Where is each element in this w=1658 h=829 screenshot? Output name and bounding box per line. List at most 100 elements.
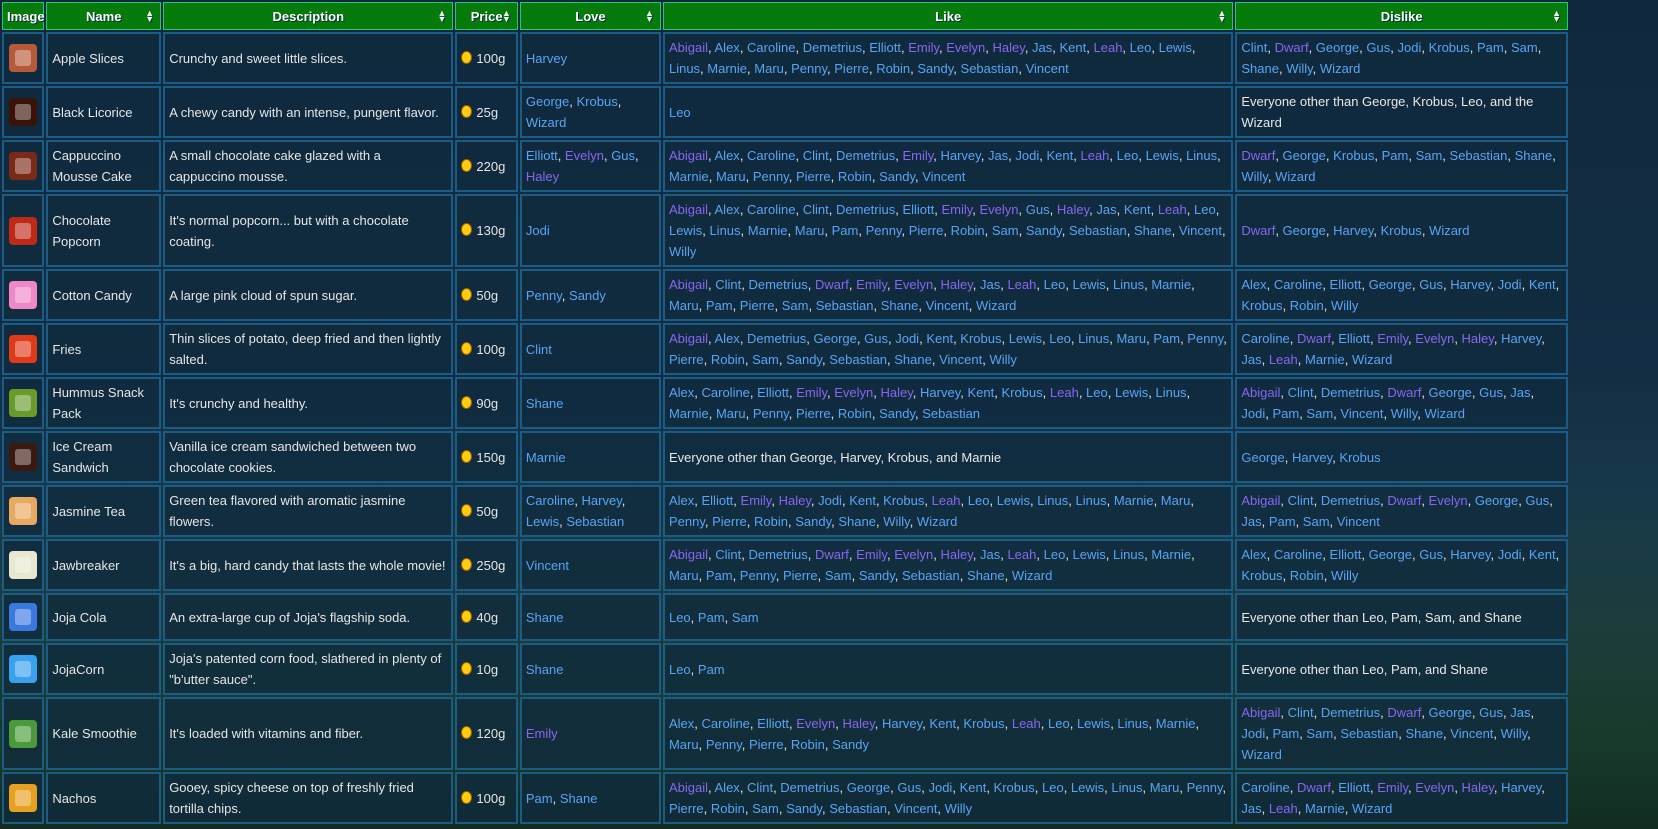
villager-link[interactable]: Lewis <box>1115 385 1148 400</box>
villager-link[interactable]: Evelyn <box>834 385 873 400</box>
villager-link[interactable]: Sebastian <box>829 352 887 367</box>
villager-link[interactable]: Caroline <box>702 385 750 400</box>
villager-link[interactable]: Wizard <box>1320 61 1360 76</box>
villager-link[interactable]: Linus <box>709 223 740 238</box>
villager-link[interactable]: Dwarf <box>1275 40 1309 55</box>
villager-link[interactable]: Sam <box>1303 514 1330 529</box>
villager-link[interactable]: Robin <box>711 801 745 816</box>
villager-link[interactable]: Willy <box>1391 406 1417 421</box>
villager-link[interactable]: Clint <box>803 202 829 217</box>
villager-link[interactable]: Robin <box>711 352 745 367</box>
villager-link[interactable]: Harvey <box>1450 547 1490 562</box>
villager-link[interactable]: Sam <box>1306 726 1333 741</box>
villager-link[interactable]: George <box>1316 40 1359 55</box>
villager-link[interactable]: Evelyn <box>894 547 933 562</box>
villager-link[interactable]: Pam <box>1272 726 1299 741</box>
villager-link[interactable]: George <box>1369 547 1412 562</box>
villager-link[interactable]: Alex <box>1241 277 1266 292</box>
villager-link[interactable]: George <box>1429 385 1472 400</box>
villager-link[interactable]: Shane <box>1515 148 1553 163</box>
villager-link[interactable]: Leah <box>932 493 961 508</box>
villager-link[interactable]: Jas <box>1032 40 1052 55</box>
villager-link[interactable]: Marnie <box>669 406 709 421</box>
villager-link[interactable]: Elliott <box>1330 547 1362 562</box>
villager-link[interactable]: Robin <box>1290 568 1324 583</box>
villager-link[interactable]: Krobus <box>963 716 1004 731</box>
villager-link[interactable]: Leo <box>1049 331 1071 346</box>
villager-link[interactable]: Lewis <box>1009 331 1042 346</box>
villager-link[interactable]: Kent <box>960 780 987 795</box>
villager-link[interactable]: Abigail <box>669 148 708 163</box>
villager-link[interactable]: Demetrius <box>1321 385 1380 400</box>
villager-link[interactable]: Sam <box>782 298 809 313</box>
villager-link[interactable]: Sebastian <box>816 298 874 313</box>
villager-link[interactable]: Harvey <box>1292 450 1332 465</box>
villager-link[interactable]: Abigail <box>669 780 708 795</box>
villager-link[interactable]: Gus <box>1419 547 1443 562</box>
villager-link[interactable]: Krobus <box>960 331 1001 346</box>
villager-link[interactable]: Linus <box>1078 331 1109 346</box>
villager-link[interactable]: Gus <box>1525 493 1549 508</box>
villager-link[interactable]: Kent <box>967 385 994 400</box>
villager-link[interactable]: Haley <box>779 493 811 508</box>
villager-link[interactable]: Maru <box>1161 493 1191 508</box>
villager-link[interactable]: Shane <box>1405 726 1443 741</box>
villager-link[interactable]: Vincent <box>894 801 937 816</box>
villager-link[interactable]: Jas <box>1096 202 1116 217</box>
villager-link[interactable]: Shane <box>560 791 598 806</box>
column-header-description[interactable]: Description ▲ ▼ <box>163 2 454 30</box>
villager-link[interactable]: Jodi <box>1498 547 1522 562</box>
villager-link[interactable]: George <box>1283 148 1326 163</box>
villager-link[interactable]: George <box>526 94 569 109</box>
villager-link[interactable]: Leah <box>1158 202 1187 217</box>
villager-link[interactable]: Dwarf <box>815 277 849 292</box>
villager-link[interactable]: Kent <box>1047 148 1074 163</box>
villager-link[interactable]: Jas <box>1510 385 1530 400</box>
villager-link[interactable]: Linus <box>1155 385 1186 400</box>
villager-link[interactable]: Kent <box>1529 547 1556 562</box>
villager-link[interactable]: Willy <box>1241 169 1267 184</box>
villager-link[interactable]: Penny <box>706 737 742 752</box>
villager-link[interactable]: Harvey <box>882 716 922 731</box>
villager-link[interactable]: Linus <box>1076 493 1107 508</box>
column-header-name[interactable]: Name ▲ ▼ <box>46 2 162 30</box>
villager-link[interactable]: Shane <box>1134 223 1172 238</box>
villager-link[interactable]: Harvey <box>1333 223 1373 238</box>
villager-link[interactable]: Robin <box>951 223 985 238</box>
villager-link[interactable]: Robin <box>838 406 872 421</box>
villager-link[interactable]: Harvey <box>1501 780 1541 795</box>
villager-link[interactable]: Maru <box>1116 331 1146 346</box>
villager-link[interactable]: Alex <box>669 385 694 400</box>
villager-link[interactable]: Sam <box>1416 148 1443 163</box>
villager-link[interactable]: Pam <box>832 223 859 238</box>
villager-link[interactable]: Gus <box>897 780 921 795</box>
villager-link[interactable]: Lewis <box>669 223 702 238</box>
villager-link[interactable]: Kent <box>929 716 956 731</box>
villager-link[interactable]: Pierre <box>669 801 704 816</box>
villager-link[interactable]: Clint <box>1288 705 1314 720</box>
villager-link[interactable]: Marnie <box>1156 716 1196 731</box>
villager-link[interactable]: Willy <box>883 514 909 529</box>
villager-link[interactable]: Marnie <box>669 169 709 184</box>
villager-link[interactable]: Dwarf <box>1297 331 1331 346</box>
villager-link[interactable]: Leo <box>1042 780 1064 795</box>
villager-link[interactable]: Willy <box>669 244 696 259</box>
villager-link[interactable]: Harvey <box>920 385 960 400</box>
villager-link[interactable]: Haley <box>993 40 1025 55</box>
villager-link[interactable]: Dwarf <box>1241 148 1275 163</box>
villager-link[interactable]: Jodi <box>928 780 952 795</box>
villager-link[interactable]: Abigail <box>1241 705 1280 720</box>
villager-link[interactable]: Pierre <box>796 169 831 184</box>
villager-link[interactable]: Vincent <box>939 352 982 367</box>
villager-link[interactable]: Caroline <box>747 40 795 55</box>
villager-link[interactable]: Jodi <box>1397 40 1421 55</box>
villager-link[interactable]: Elliott <box>869 40 901 55</box>
villager-link[interactable]: Jas <box>988 148 1008 163</box>
villager-link[interactable]: Demetrius <box>803 40 862 55</box>
villager-link[interactable]: Alex <box>715 202 740 217</box>
villager-link[interactable]: Sandy <box>786 352 822 367</box>
villager-link[interactable]: Clint <box>1288 493 1314 508</box>
villager-link[interactable]: Alex <box>1241 547 1266 562</box>
villager-link[interactable]: Pierre <box>669 352 704 367</box>
villager-link[interactable]: Leo <box>1086 385 1108 400</box>
